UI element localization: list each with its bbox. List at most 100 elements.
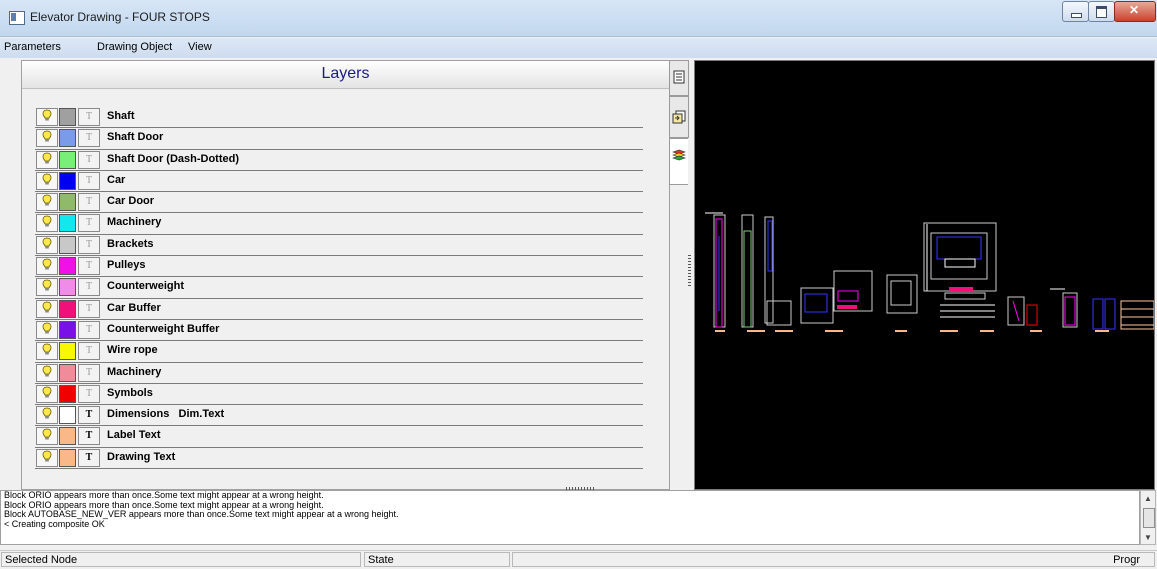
text-toggle-icon[interactable]: T bbox=[78, 257, 100, 276]
layer-row[interactable]: T Pulleys bbox=[35, 256, 643, 278]
layer-row[interactable]: T Brackets bbox=[35, 235, 643, 257]
menu-view[interactable]: View bbox=[188, 41, 212, 53]
layer-color-swatch[interactable] bbox=[59, 342, 76, 361]
maximize-button[interactable] bbox=[1088, 1, 1115, 22]
text-toggle-icon[interactable]: T bbox=[78, 427, 100, 446]
layer-color-swatch[interactable] bbox=[59, 448, 76, 467]
layer-color-swatch[interactable] bbox=[59, 171, 76, 190]
layer-name: Pulleys bbox=[107, 259, 146, 272]
text-toggle-icon[interactable]: T bbox=[78, 299, 100, 318]
layer-row[interactable]: T Machinery bbox=[35, 363, 643, 384]
lightbulb-icon[interactable] bbox=[36, 342, 58, 361]
layer-name: Counterweight Buffer bbox=[107, 322, 220, 335]
tab-export[interactable] bbox=[669, 96, 689, 138]
text-toggle-icon[interactable]: T bbox=[78, 320, 100, 339]
layer-name: Drawing Text bbox=[107, 450, 176, 463]
layer-row[interactable]: T Machinery bbox=[35, 213, 643, 235]
layer-color-swatch[interactable] bbox=[59, 363, 76, 382]
layer-row[interactable]: T Car Buffer bbox=[35, 299, 643, 320]
text-toggle-icon[interactable]: T bbox=[78, 150, 100, 169]
text-toggle-icon[interactable]: T bbox=[78, 278, 100, 297]
layer-name: Dimensions Dim.Text bbox=[107, 408, 225, 421]
menu-parameters[interactable]: Parameters bbox=[4, 41, 61, 53]
layer-color-swatch[interactable] bbox=[59, 129, 76, 148]
text-toggle-icon[interactable]: T bbox=[78, 406, 100, 425]
text-toggle-icon[interactable]: T bbox=[78, 193, 100, 212]
layer-name: Car Door bbox=[107, 195, 155, 208]
layer-color-swatch[interactable] bbox=[59, 257, 76, 276]
lightbulb-icon[interactable] bbox=[36, 108, 58, 126]
layer-row[interactable]: T Car Door bbox=[35, 192, 643, 214]
layer-color-swatch[interactable] bbox=[59, 278, 76, 297]
lightbulb-icon[interactable] bbox=[36, 278, 58, 297]
layer-row[interactable]: T Dimensions Dim.Text bbox=[35, 405, 643, 427]
layer-row[interactable]: T Drawing Text bbox=[35, 448, 643, 470]
lightbulb-icon[interactable] bbox=[36, 129, 58, 148]
lightbulb-icon[interactable] bbox=[36, 171, 58, 190]
layer-row[interactable]: T Car bbox=[35, 171, 643, 193]
layer-row[interactable]: T Wire rope bbox=[35, 341, 643, 363]
lightbulb-icon[interactable] bbox=[36, 257, 58, 276]
drawing-canvas[interactable] bbox=[694, 60, 1155, 490]
layer-name: Machinery bbox=[107, 216, 162, 229]
layer-name: Wire rope bbox=[107, 344, 158, 357]
layer-color-swatch[interactable] bbox=[59, 427, 76, 446]
status-selected-node: Selected Node bbox=[1, 552, 361, 567]
lightbulb-icon[interactable] bbox=[36, 193, 58, 212]
layer-list: T Shaft T Shaft Door T Shaft Door (Dash-Dotte… bbox=[35, 107, 643, 470]
layer-row[interactable]: T Symbols bbox=[35, 384, 643, 406]
lightbulb-icon[interactable] bbox=[36, 406, 58, 425]
text-toggle-icon[interactable]: T bbox=[78, 235, 100, 254]
layer-color-swatch[interactable] bbox=[59, 108, 76, 126]
scroll-up-icon[interactable]: ▲ bbox=[1144, 494, 1152, 503]
layer-color-swatch[interactable] bbox=[59, 320, 76, 339]
tab-layers[interactable] bbox=[669, 138, 688, 185]
layer-color-swatch[interactable] bbox=[59, 299, 76, 318]
log-output: Block ORIO appears more than once.Some t… bbox=[0, 490, 1140, 545]
layer-row[interactable]: T Shaft Door (Dash-Dotted) bbox=[35, 150, 643, 171]
text-toggle-icon[interactable]: T bbox=[78, 129, 100, 148]
layer-row[interactable]: T Counterweight bbox=[35, 277, 643, 299]
lightbulb-icon[interactable] bbox=[36, 235, 58, 254]
lightbulb-icon[interactable] bbox=[36, 150, 58, 169]
text-toggle-icon[interactable]: T bbox=[78, 448, 100, 467]
log-line: Block AUTOBASE_NEW_VER appears more than… bbox=[4, 509, 399, 520]
layer-color-swatch[interactable] bbox=[59, 235, 76, 254]
text-toggle-icon[interactable]: T bbox=[78, 363, 100, 382]
layer-color-swatch[interactable] bbox=[59, 406, 76, 425]
lightbulb-icon[interactable] bbox=[36, 363, 58, 382]
log-scrollbar[interactable]: ▲ ▼ bbox=[1140, 490, 1156, 545]
vertical-splitter[interactable] bbox=[688, 255, 691, 287]
lightbulb-icon[interactable] bbox=[36, 214, 58, 233]
status-state: State bbox=[364, 552, 510, 567]
layer-row[interactable]: T Counterweight Buffer bbox=[35, 320, 643, 342]
status-progress: Progr bbox=[512, 552, 1155, 567]
lightbulb-icon[interactable] bbox=[36, 427, 58, 446]
layer-color-swatch[interactable] bbox=[59, 193, 76, 212]
layer-color-swatch[interactable] bbox=[59, 214, 76, 233]
lightbulb-icon[interactable] bbox=[36, 384, 58, 403]
lightbulb-icon[interactable] bbox=[36, 448, 58, 467]
layer-name: Brackets bbox=[107, 237, 154, 250]
scroll-down-icon[interactable]: ▼ bbox=[1144, 533, 1152, 542]
menu-drawing-object[interactable]: Drawing Object bbox=[97, 41, 172, 53]
lightbulb-icon[interactable] bbox=[36, 299, 58, 318]
layer-row[interactable]: T Shaft bbox=[35, 107, 643, 129]
lightbulb-icon[interactable] bbox=[36, 320, 58, 339]
layer-row[interactable]: T Label Text bbox=[35, 426, 643, 448]
menu-bar: Parameters Drawing Object View bbox=[0, 38, 1157, 58]
text-toggle-icon[interactable]: T bbox=[78, 214, 100, 233]
scroll-thumb[interactable] bbox=[1143, 508, 1155, 528]
elevator-drawing bbox=[705, 212, 1154, 332]
text-toggle-icon[interactable]: T bbox=[78, 384, 100, 403]
window-title: Elevator Drawing - FOUR STOPS bbox=[30, 10, 210, 24]
layer-color-swatch[interactable] bbox=[59, 384, 76, 403]
layer-row[interactable]: T Shaft Door bbox=[35, 128, 643, 150]
minimize-button[interactable] bbox=[1062, 1, 1089, 22]
close-button[interactable] bbox=[1114, 1, 1156, 22]
layer-color-swatch[interactable] bbox=[59, 150, 76, 169]
text-toggle-icon[interactable]: T bbox=[78, 171, 100, 190]
tab-document[interactable] bbox=[669, 60, 689, 96]
text-toggle-icon[interactable]: T bbox=[78, 342, 100, 361]
text-toggle-icon[interactable]: T bbox=[78, 108, 100, 126]
